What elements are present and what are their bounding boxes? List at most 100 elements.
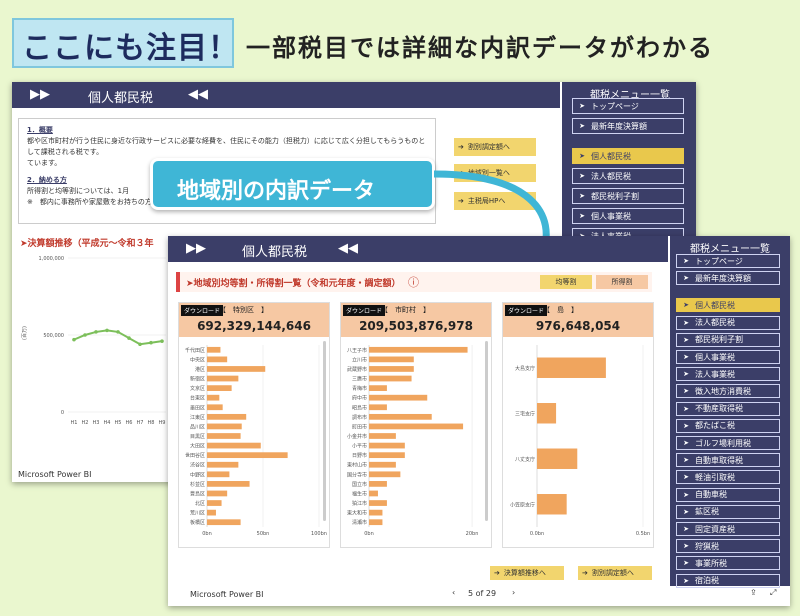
front-sidebar-item[interactable]: ➤ 軽油引取税 (676, 470, 780, 485)
bar[interactable] (207, 366, 266, 372)
bar[interactable] (207, 452, 288, 459)
bar[interactable] (207, 394, 220, 401)
arrow-right-icon: ➤ (683, 559, 689, 568)
bar[interactable] (369, 423, 464, 430)
bar[interactable] (369, 471, 401, 478)
bar[interactable] (369, 404, 387, 411)
scrollbar[interactable] (485, 341, 488, 521)
next-page-icon[interactable]: › (512, 588, 515, 597)
y-tick-label: 500,000 (43, 333, 64, 339)
bar[interactable] (369, 385, 387, 391)
front-sidebar-item[interactable]: ➤ 固定資産税 (676, 522, 780, 536)
bar[interactable] (207, 490, 228, 497)
bar[interactable] (369, 519, 383, 526)
trend-point[interactable] (83, 333, 87, 337)
bar[interactable] (537, 494, 567, 515)
back-sidebar-item[interactable]: ➤ トップページ (572, 98, 684, 114)
arrow-right-icon: ➤ (683, 274, 689, 283)
arrow-right-icon: ➤ (579, 172, 585, 180)
front-sidebar-item[interactable]: ➤ 自動車税 (676, 487, 780, 502)
toggle-income[interactable]: 所得割 (596, 275, 648, 289)
bar[interactable] (537, 357, 606, 378)
front-sidebar-item[interactable]: ➤ 都民税利子割 (676, 332, 780, 347)
bar-category-label: 小金井市 (347, 433, 367, 440)
bar[interactable] (207, 481, 250, 487)
front-sidebar-item[interactable]: ➤ 事業所税 (676, 556, 780, 571)
front-sidebar-item[interactable]: ➤ 狩猟税 (676, 539, 780, 554)
back-sidebar-item[interactable]: ➤ 法人都民税 (572, 168, 684, 184)
download-button[interactable]: ダウンロード (505, 305, 548, 316)
bar[interactable] (369, 413, 432, 420)
bar[interactable] (369, 442, 405, 449)
bar[interactable] (207, 375, 239, 382)
trend-point[interactable] (149, 340, 153, 345)
share-icon[interactable]: ⇪ (750, 588, 757, 597)
bar[interactable] (369, 356, 414, 363)
bar[interactable] (207, 519, 241, 526)
trend-point[interactable] (116, 330, 120, 334)
bar[interactable] (537, 448, 578, 469)
fullscreen-icon[interactable]: ⤢ (770, 588, 776, 598)
trend-point[interactable] (105, 328, 109, 333)
bar[interactable] (369, 394, 428, 401)
bar[interactable] (207, 385, 232, 391)
front-sidebar-item[interactable]: ➤ 自動車取得税 (676, 453, 780, 468)
bar[interactable] (369, 375, 412, 382)
front-button-split[interactable]: ➔ 割別調定額へ (578, 566, 652, 580)
front-sidebar-item[interactable]: ➤ 法人事業税 (676, 367, 780, 382)
trend-point[interactable] (127, 336, 131, 340)
download-button[interactable]: ダウンロード (181, 305, 224, 316)
bar[interactable] (207, 500, 222, 506)
bar[interactable] (369, 433, 396, 439)
bar[interactable] (369, 366, 414, 372)
bar[interactable] (207, 346, 221, 353)
scrollbar[interactable] (323, 341, 326, 521)
bar[interactable] (207, 461, 239, 468)
front-sidebar-item[interactable]: ➤ 宿泊税 (676, 573, 780, 588)
bar[interactable] (369, 509, 383, 516)
bar[interactable] (369, 481, 387, 487)
bar[interactable] (369, 346, 468, 353)
bar[interactable] (207, 404, 223, 411)
front-sidebar-item[interactable]: ➤ 個人都民税 (676, 298, 780, 313)
bar[interactable] (207, 442, 261, 449)
bar-category-label: 台東区 (190, 395, 205, 402)
bar[interactable] (207, 413, 247, 420)
download-button[interactable]: ダウンロード (343, 305, 386, 316)
bar-category-label: 杉並区 (190, 481, 205, 488)
bar[interactable] (207, 509, 216, 516)
bar[interactable] (369, 461, 396, 468)
front-sidebar-item[interactable]: ➤ トップページ (676, 254, 780, 268)
back-button-split-assessment[interactable]: ➔ 割別調定額へ (454, 138, 536, 156)
trend-point[interactable] (160, 339, 164, 343)
front-sidebar-item[interactable]: ➤ 不動産取得税 (676, 401, 780, 416)
back-sidebar-item[interactable]: ➤ 個人都民税 (572, 148, 684, 164)
front-sidebar-item[interactable]: ➤ ゴルフ場利用税 (676, 436, 780, 450)
bar[interactable] (207, 356, 228, 363)
back-sidebar-item[interactable]: ➤ 個人事業税 (572, 208, 684, 224)
trend-point[interactable] (94, 330, 98, 334)
front-sidebar-item[interactable]: ➤ 鉱区税 (676, 504, 780, 519)
front-sidebar-item[interactable]: ➤ 徴入地方消費税 (676, 384, 780, 399)
bar[interactable] (369, 500, 387, 506)
bar[interactable] (207, 471, 230, 478)
info-icon[interactable]: ⓘ (408, 274, 419, 290)
front-sidebar-item[interactable]: ➤ 法人都民税 (676, 315, 780, 330)
bar[interactable] (537, 403, 557, 424)
front-sidebar-item[interactable]: ➤ 個人事業税 (676, 350, 780, 364)
toggle-per-capita[interactable]: 均等割 (540, 275, 592, 289)
prev-page-icon[interactable]: ‹ (452, 588, 455, 597)
arrow-right-icon: ➤ (683, 421, 689, 430)
bar[interactable] (369, 490, 378, 497)
back-sidebar-item[interactable]: ➤ 都民税利子割 (572, 188, 684, 204)
trend-point[interactable] (138, 342, 142, 347)
trend-point[interactable] (72, 337, 76, 342)
front-button-trend[interactable]: ➔ 決算額推移へ (490, 566, 564, 580)
back-sidebar-item[interactable]: ➤ 最新年度決算額 (572, 118, 684, 134)
front-sidebar-item[interactable]: ➤ 都たばこ税 (676, 418, 780, 433)
bar[interactable] (207, 423, 242, 430)
front-sidebar-item-label: 徴入地方消費税 (695, 386, 751, 396)
bar[interactable] (207, 433, 241, 439)
bar[interactable] (369, 452, 405, 459)
front-sidebar-item[interactable]: ➤ 最新年度決算額 (676, 271, 780, 286)
